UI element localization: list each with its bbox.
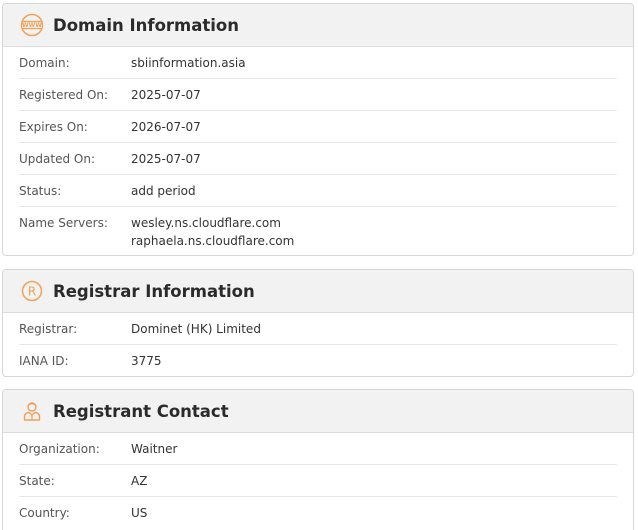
- row-value: 2026-07-07: [131, 119, 201, 134]
- svg-text:R: R: [28, 285, 36, 299]
- domain-information-header: WWW Domain Information: [3, 4, 633, 47]
- updated-on-row: Updated On: 2025-07-07: [19, 143, 617, 175]
- name-server-value: wesley.ns.cloudflare.com: [131, 216, 281, 230]
- registrar-row: Registrar: Dominet (HK) Limited: [19, 313, 617, 345]
- card-title: Domain Information: [53, 15, 239, 35]
- name-servers-row: Name Servers: wesley.ns.cloudflare.com r…: [19, 207, 617, 255]
- row-label: Registered On:: [19, 87, 109, 102]
- row-value: US: [131, 506, 148, 520]
- row-label: Name Servers:: [19, 216, 108, 230]
- row-label: Domain:: [19, 55, 70, 70]
- person-icon: [20, 399, 44, 423]
- expires-on-row: Expires On: 2026-07-07: [19, 111, 617, 143]
- registrant-contact-header: Registrant Contact: [3, 390, 633, 433]
- row-label: State:: [19, 473, 55, 488]
- card-title: Registrant Contact: [53, 401, 229, 421]
- state-row: State: AZ: [19, 465, 617, 497]
- domain-row: Domain: sbiinformation.asia: [19, 47, 617, 79]
- organization-row: Organization: Waitner: [19, 433, 617, 465]
- registered-icon: R: [20, 279, 44, 303]
- row-label: Organization:: [19, 441, 100, 456]
- domain-information-card: WWW Domain Information Domain: sbiinform…: [2, 3, 634, 256]
- row-label: Updated On:: [19, 151, 95, 166]
- row-label: IANA ID:: [19, 354, 69, 368]
- row-value: 3775: [131, 354, 162, 368]
- row-value: 2025-07-07: [131, 151, 201, 166]
- iana-id-row: IANA ID: 3775: [19, 345, 617, 376]
- row-value: sbiinformation.asia: [131, 55, 246, 70]
- registrant-contact-card: Registrant Contact Organization: Waitner…: [2, 389, 634, 530]
- row-value: Waitner: [131, 441, 178, 456]
- row-label: Registrar:: [19, 321, 78, 336]
- row-value: add period: [131, 183, 196, 198]
- row-label: Country:: [19, 506, 70, 520]
- registrar-information-header: R Registrar Information: [3, 270, 633, 313]
- row-label: Expires On:: [19, 119, 88, 134]
- row-value: AZ: [131, 473, 148, 488]
- row-value: 2025-07-07: [131, 87, 201, 102]
- name-server-value: raphaela.ns.cloudflare.com: [131, 234, 295, 248]
- row-value: Dominet (HK) Limited: [131, 321, 261, 336]
- www-icon: WWW: [20, 13, 44, 37]
- card-title: Registrar Information: [53, 281, 255, 301]
- country-row: Country: US: [19, 497, 617, 529]
- registrar-information-card: R Registrar Information Registrar: Domin…: [2, 269, 634, 377]
- registered-on-row: Registered On: 2025-07-07: [19, 79, 617, 111]
- svg-text:WWW: WWW: [22, 22, 42, 29]
- row-label: Status:: [19, 183, 62, 198]
- status-row: Status: add period: [19, 175, 617, 207]
